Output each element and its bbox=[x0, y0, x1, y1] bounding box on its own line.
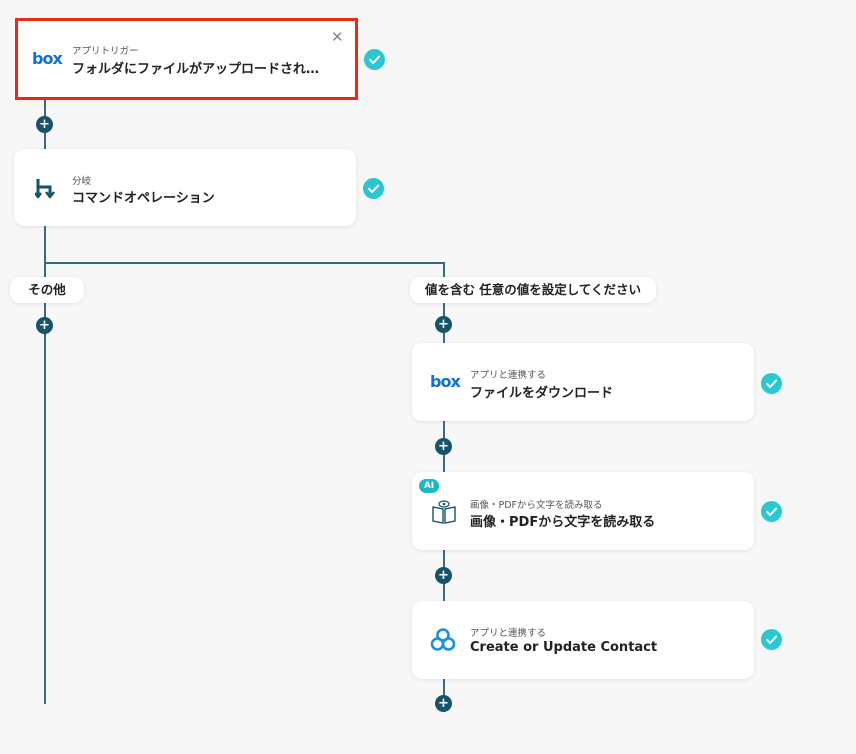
flow-line-split bbox=[44, 262, 444, 264]
add-step-button-condition[interactable]: + bbox=[435, 316, 452, 333]
book-eye-icon bbox=[431, 499, 457, 529]
trigger-step-subtitle: アプリトリガー bbox=[72, 46, 139, 57]
ocr-step-card[interactable]: 画像・PDFから文字を読み取る 画像・PDFから文字を読み取る bbox=[412, 472, 754, 550]
triangle-rings-icon bbox=[430, 627, 456, 657]
download-step-subtitle: アプリと連携する bbox=[470, 370, 547, 381]
box-logo-icon: box bbox=[430, 372, 461, 391]
contact-step-title: Create or Update Contact bbox=[470, 640, 658, 655]
ocr-check-icon bbox=[761, 501, 782, 522]
branch-step-subtitle: 分岐 bbox=[72, 176, 92, 187]
ocr-step-title: 画像・PDFから文字を読み取る bbox=[470, 515, 656, 530]
add-step-button-3[interactable]: + bbox=[435, 567, 452, 584]
trigger-step-title: フォルダにファイルがアップロードされ… bbox=[72, 62, 320, 77]
branch-step-title: コマンドオペレーション bbox=[72, 191, 215, 206]
branch-icon bbox=[34, 177, 57, 203]
add-step-button-4[interactable]: + bbox=[435, 695, 452, 712]
branch-label-condition[interactable]: 値を含む 任意の値を設定してください bbox=[410, 277, 656, 303]
trigger-check-icon bbox=[364, 49, 385, 70]
add-step-button-other[interactable]: + bbox=[36, 317, 53, 334]
contact-step-card[interactable]: アプリと連携する Create or Update Contact bbox=[412, 601, 754, 679]
branch-check-icon bbox=[363, 178, 384, 199]
branch-label-other[interactable]: その他 bbox=[10, 277, 84, 303]
branch-step-card[interactable]: 分岐 コマンドオペレーション bbox=[14, 149, 356, 226]
contact-check-icon bbox=[761, 629, 782, 650]
add-step-button[interactable]: + bbox=[36, 116, 53, 133]
close-icon[interactable]: ✕ bbox=[331, 30, 344, 45]
download-check-icon bbox=[761, 373, 782, 394]
download-step-card[interactable]: box アプリと連携する ファイルをダウンロード bbox=[412, 343, 754, 421]
contact-step-subtitle: アプリと連携する bbox=[470, 628, 547, 639]
download-step-title: ファイルをダウンロード bbox=[470, 386, 614, 401]
box-logo-icon: box bbox=[32, 49, 63, 68]
ocr-step-subtitle: 画像・PDFから文字を読み取る bbox=[470, 500, 603, 511]
trigger-step-card[interactable]: box アプリトリガー フォルダにファイルがアップロードされ… ✕ bbox=[18, 21, 355, 97]
add-step-button-2[interactable]: + bbox=[435, 438, 452, 455]
ai-badge: AI bbox=[419, 479, 439, 493]
